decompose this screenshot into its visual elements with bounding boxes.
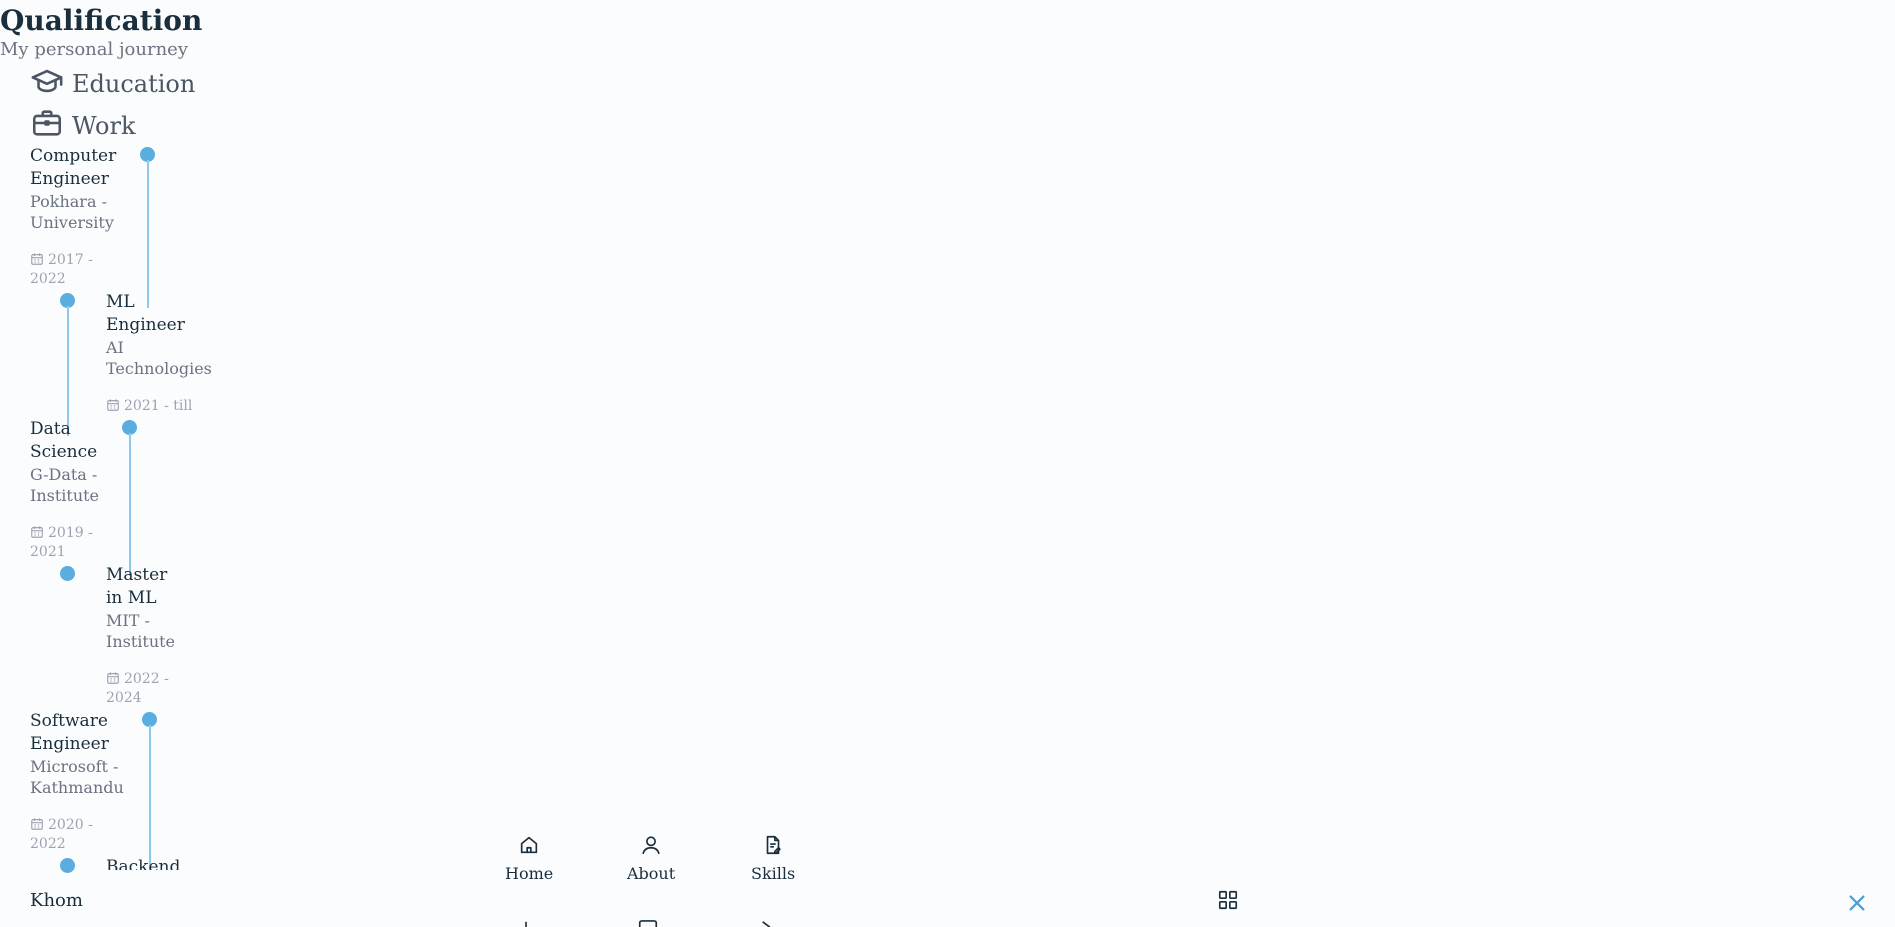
- entry-date: 2020 - 2022: [30, 816, 122, 854]
- timeline-line: [149, 725, 151, 870]
- file-icon: [759, 920, 781, 927]
- timeline-entry: ML Engineer AI Technologies 2021 - till: [106, 291, 212, 416]
- timeline-line: [129, 433, 131, 576]
- entry-date-text: 2021 - till: [124, 398, 193, 414]
- tab-education-label: Education: [72, 70, 196, 98]
- timeline-line: [147, 160, 149, 308]
- user-icon: [640, 834, 662, 864]
- nav-item-skills-label: Skills: [751, 864, 796, 883]
- entry-date: 2021 - till: [106, 397, 202, 416]
- calendar-icon: [106, 398, 120, 412]
- entry-title: Backend: [106, 857, 181, 870]
- entry-date: 2022 - 2024: [106, 670, 176, 708]
- calendar-icon: [30, 817, 44, 831]
- entry-title: ML Engineer: [106, 292, 185, 335]
- file-icon: [762, 834, 784, 864]
- timeline-line: [67, 306, 69, 436]
- entry-subtitle: AI Technologies: [106, 338, 212, 378]
- nav-item-home-label: Home: [505, 864, 554, 883]
- calendar-icon: [106, 671, 120, 685]
- timeline-entry: Computer Engineer Pokhara - University 2…: [30, 145, 122, 289]
- timeline-entry: Data Science G-Data - Institute 2019 - 2…: [30, 418, 100, 562]
- nav-item-about-label: About: [627, 864, 676, 883]
- file-icon: [637, 920, 659, 927]
- user-icon: [515, 920, 537, 927]
- entry-subtitle: MIT - Institute: [106, 611, 176, 651]
- home-icon: [518, 834, 540, 864]
- timeline-dot: [60, 858, 75, 873]
- nav-item-about[interactable]: About: [627, 834, 675, 883]
- graduation-cap-icon: [30, 64, 64, 104]
- calendar-icon: [30, 525, 44, 539]
- entry-title: Master in ML: [106, 565, 168, 608]
- tab-work[interactable]: Work: [30, 106, 136, 146]
- nav-item-home[interactable]: Home: [505, 834, 553, 883]
- tab-education[interactable]: Education: [30, 64, 195, 104]
- entry-title: Software Engineer: [30, 711, 109, 754]
- entry-date: 2019 - 2021: [30, 524, 100, 562]
- entry-subtitle: G-Data - Institute: [30, 465, 100, 505]
- entry-title: Computer Engineer: [30, 146, 117, 189]
- nav-item-skills[interactable]: Skills: [751, 834, 795, 883]
- entry-date: 2017 - 2022: [30, 251, 122, 289]
- close-icon[interactable]: [1846, 892, 1868, 914]
- timeline-entry: Software Engineer Microsoft - Kathmandu …: [30, 710, 124, 854]
- calendar-icon: [30, 252, 44, 266]
- briefcase-icon: [30, 106, 64, 146]
- section-title: Qualification: [0, 4, 203, 37]
- nav-logo[interactable]: Khom: [30, 890, 83, 911]
- tab-work-label: Work: [72, 112, 136, 140]
- entry-title: Data Science: [30, 419, 98, 462]
- entry-subtitle: Pokhara - University: [30, 192, 114, 232]
- grid-icon[interactable]: [1217, 889, 1239, 911]
- entry-subtitle: Microsoft - Kathmandu: [30, 757, 124, 797]
- timeline-dot: [60, 566, 75, 581]
- timeline-entry: Backend: [106, 856, 196, 870]
- timeline-entry: Master in ML MIT - Institute 2022 - 2024: [106, 564, 176, 708]
- section-subtitle: My personal journey: [0, 39, 189, 60]
- qualification-page: Qualification My personal journey Educat…: [0, 0, 1895, 927]
